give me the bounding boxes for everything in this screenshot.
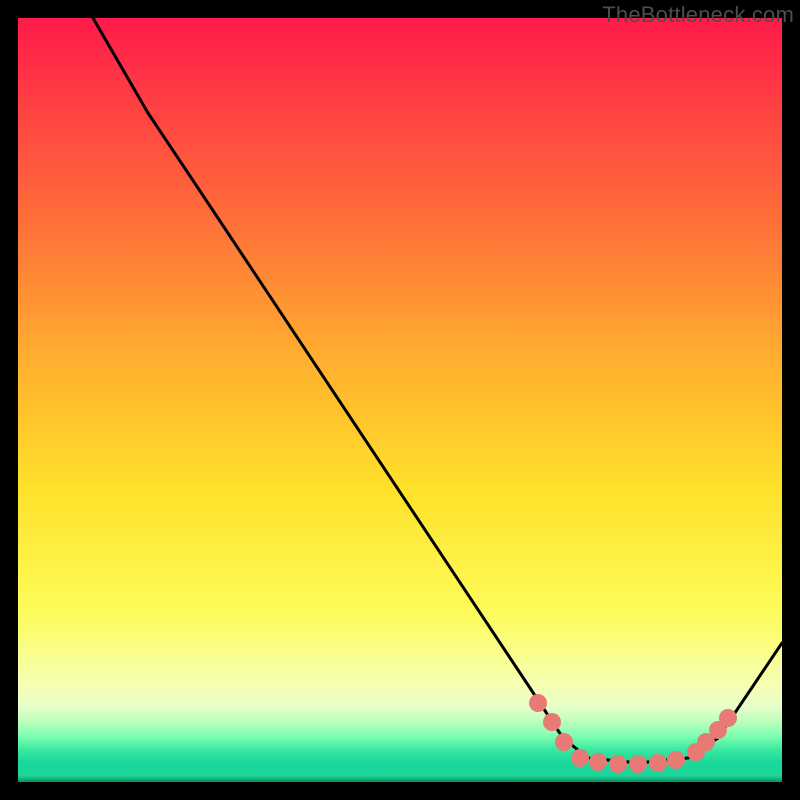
scatter-dot xyxy=(555,733,573,751)
scatter-dot xyxy=(543,713,561,731)
scatter-dot xyxy=(609,755,627,773)
watermark-text: TheBottleneck.com xyxy=(602,2,794,28)
scatter-dot xyxy=(649,754,667,772)
bottleneck-curve xyxy=(93,18,782,763)
chart-svg xyxy=(18,18,782,782)
scatter-dot xyxy=(529,694,547,712)
scatter-dot xyxy=(719,709,737,727)
scatter-dot xyxy=(629,755,647,773)
chart-frame xyxy=(18,18,782,782)
scatter-dot xyxy=(571,749,589,767)
scatter-dot xyxy=(667,751,685,769)
scatter-dot xyxy=(589,753,607,771)
